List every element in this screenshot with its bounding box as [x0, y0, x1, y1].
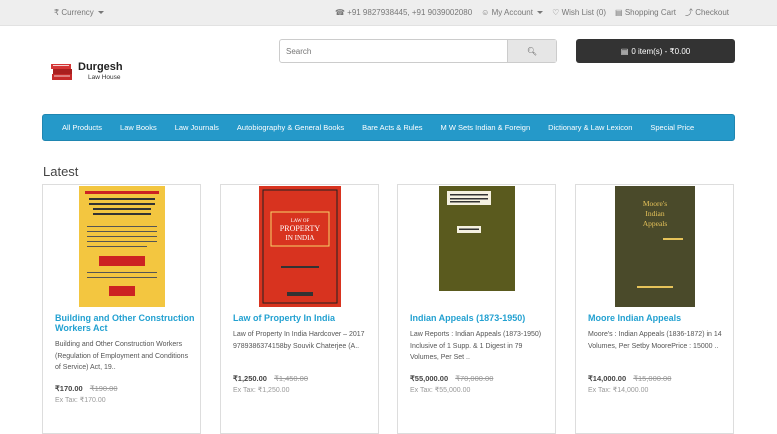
- product-tax: Ex Tax: ₹170.00: [55, 397, 106, 404]
- cart-icon: ▤: [615, 8, 623, 17]
- product-image[interactable]: Moore's Indian Appeals: [615, 186, 695, 307]
- product-price: ₹14,000.00 ₹15,000.00: [588, 374, 671, 383]
- product-title[interactable]: Indian Appeals (1873-1950): [410, 313, 555, 323]
- product-image[interactable]: [439, 186, 515, 291]
- product-description: Law of Property In India Hardcover – 201…: [233, 331, 365, 350]
- product-tax: Ex Tax: ₹55,000.00: [410, 387, 471, 394]
- product-title[interactable]: Moore Indian Appeals: [588, 313, 733, 323]
- product-tax: Ex Tax: ₹1,250.00: [233, 387, 290, 394]
- search-icon: 🔍︎: [526, 46, 538, 56]
- product-price: ₹1,250.00 ₹1,450.00: [233, 374, 308, 383]
- logo-name: Durgesh: [78, 61, 123, 73]
- menu-item-dictionary[interactable]: Dictionary & Law Lexicon: [548, 123, 632, 132]
- old-price: ₹15,000.00: [633, 374, 672, 383]
- product-tax: Ex Tax: ₹14,000.00: [588, 387, 649, 394]
- checkout-link[interactable]: ⤴ Checkout: [685, 7, 729, 18]
- svg-text:IN INDIA: IN INDIA: [286, 234, 315, 242]
- cart-icon: ▤: [620, 46, 629, 56]
- product-title[interactable]: Law of Property In India: [233, 313, 378, 323]
- current-price: ₹14,000.00: [588, 374, 627, 383]
- product-description: Building and Other Construction Workers …: [55, 341, 189, 371]
- menu-item-autobiography[interactable]: Autobiography & General Books: [237, 123, 344, 132]
- phone-link[interactable]: ☎ +91 9827938445, +91 9039002080: [335, 8, 472, 17]
- svg-text:Indian: Indian: [645, 209, 664, 218]
- shopping-cart-link[interactable]: ▤ Shopping Cart: [615, 8, 676, 17]
- currency-label: ₹ Currency: [54, 8, 94, 17]
- checkout-label: Checkout: [695, 8, 729, 17]
- menu-item-all-products[interactable]: All Products: [62, 123, 102, 132]
- product-price: ₹55,000.00 ₹70,000.00: [410, 374, 493, 383]
- books-icon: [51, 64, 72, 80]
- category-menu: All Products Law Books Law Journals Auto…: [42, 114, 735, 141]
- menu-item-special-price[interactable]: Special Price: [650, 123, 694, 132]
- wishlist-label: Wish List (0): [561, 8, 607, 17]
- product-description: Moore's : Indian Appeals (1836-1872) in …: [588, 331, 722, 350]
- logo-subtitle: Law House: [88, 74, 121, 81]
- search-box: 🔍︎: [279, 39, 557, 63]
- site-logo[interactable]: Durgesh Law House: [51, 60, 141, 86]
- product-card: LAW OF PROPERTY IN INDIA Law of Property…: [220, 184, 379, 434]
- product-image[interactable]: LAW OF PROPERTY IN INDIA: [259, 186, 341, 307]
- product-title[interactable]: Building and Other Construction Workers …: [55, 313, 200, 333]
- share-icon: ⤴: [684, 8, 693, 17]
- wishlist-link[interactable]: ♡ Wish List (0): [552, 8, 606, 17]
- phone-icon: ☎: [334, 8, 345, 17]
- svg-text:Appeals: Appeals: [643, 219, 668, 228]
- heart-icon: ♡: [552, 8, 560, 17]
- cart-label: 0 item(s) - ₹0.00: [631, 46, 691, 56]
- current-price: ₹170.00: [55, 384, 83, 393]
- search-button[interactable]: 🔍︎: [507, 40, 556, 62]
- search-input[interactable]: [280, 40, 508, 62]
- user-icon: ☺: [481, 8, 490, 17]
- current-price: ₹55,000.00: [410, 374, 449, 383]
- menu-item-mw-sets[interactable]: M W Sets Indian & Foreign: [441, 123, 531, 132]
- product-image[interactable]: [79, 186, 165, 307]
- my-account-link[interactable]: ☺ My Account: [481, 8, 544, 17]
- svg-text:PROPERTY: PROPERTY: [280, 224, 321, 233]
- old-price: ₹190.00: [89, 384, 118, 393]
- product-card: Indian Appeals (1873-1950) Law Reports :…: [397, 184, 556, 434]
- product-card: Moore's Indian Appeals Moore Indian Appe…: [575, 184, 734, 434]
- cart-button[interactable]: ▤ 0 item(s) - ₹0.00: [576, 39, 735, 63]
- menu-item-law-journals[interactable]: Law Journals: [175, 123, 219, 132]
- phone-text: +91 9827938445, +91 9039002080: [347, 8, 473, 17]
- chevron-down-icon: [537, 11, 544, 15]
- menu-item-bare-acts[interactable]: Bare Acts & Rules: [362, 123, 422, 132]
- product-card: Building and Other Construction Workers …: [42, 184, 201, 434]
- current-price: ₹1,250.00: [233, 374, 267, 383]
- chevron-down-icon: [98, 11, 104, 15]
- product-description: Law Reports : Indian Appeals (1873-1950)…: [410, 331, 542, 361]
- my-account-label: My Account: [491, 8, 533, 17]
- old-price: ₹1,450.00: [274, 374, 309, 383]
- product-price: ₹170.00 ₹190.00: [55, 384, 118, 393]
- menu-item-law-books[interactable]: Law Books: [120, 123, 157, 132]
- currency-selector[interactable]: ₹ Currency: [54, 8, 104, 17]
- top-bar: ₹ Currency ☎ +91 9827938445, +91 9039002…: [0, 0, 777, 26]
- old-price: ₹70,000.00: [455, 374, 494, 383]
- shopping-cart-label: Shopping Cart: [624, 8, 676, 17]
- svg-text:Moore's: Moore's: [643, 199, 667, 208]
- section-title: Latest: [43, 164, 79, 179]
